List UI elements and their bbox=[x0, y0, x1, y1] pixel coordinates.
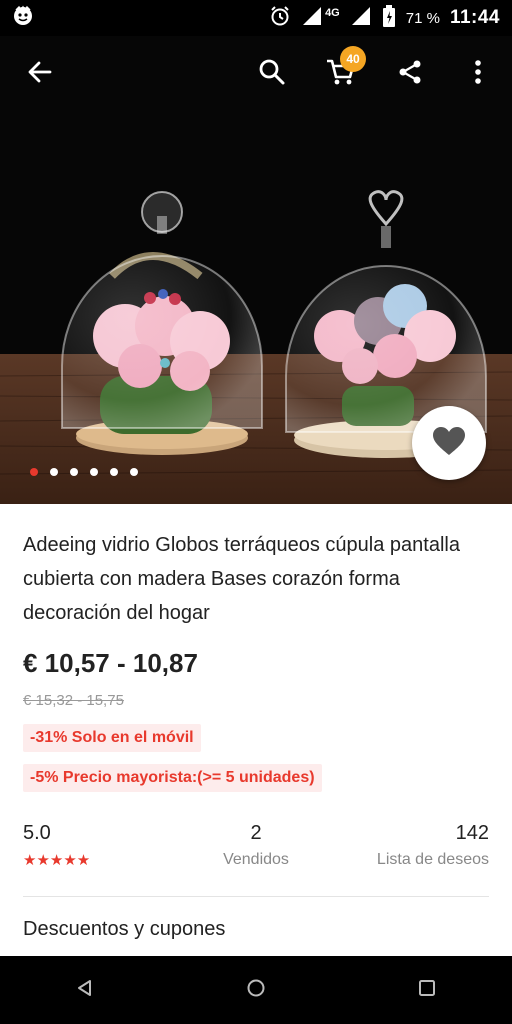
gallery-dot[interactable] bbox=[50, 468, 58, 476]
mobile-discount-tag: -31% Solo en el móvil bbox=[23, 724, 201, 752]
sold-count: 2 bbox=[250, 822, 262, 844]
search-icon bbox=[258, 58, 286, 91]
nav-home-button[interactable] bbox=[226, 960, 286, 1020]
system-nav-bar bbox=[0, 956, 512, 1024]
more-options-button[interactable] bbox=[454, 50, 502, 98]
network-type: 4G bbox=[325, 7, 340, 19]
more-vert-icon bbox=[473, 58, 483, 91]
wishlist-stat[interactable]: 142 Lista de deseos bbox=[377, 822, 489, 869]
wholesale-discount-tag: -5% Precio mayorista:(>= 5 unidades) bbox=[23, 764, 322, 792]
triangle-back-icon bbox=[75, 978, 95, 1003]
gallery-dot[interactable] bbox=[70, 468, 78, 476]
heart-icon bbox=[432, 426, 466, 461]
status-bar: 4G 71 % 11:44 bbox=[0, 0, 512, 36]
product-title: Adeeing vidrio Globos terráqueos cúpula … bbox=[23, 534, 460, 624]
nav-back-button[interactable] bbox=[55, 960, 115, 1020]
divider bbox=[23, 896, 489, 897]
gallery-dot[interactable] bbox=[130, 468, 138, 476]
share-icon bbox=[396, 58, 424, 91]
battery-percent: 71 % bbox=[405, 9, 440, 27]
product-image-gallery[interactable]: 40 bbox=[0, 36, 512, 504]
gallery-dot[interactable] bbox=[30, 468, 38, 476]
square-recents-icon bbox=[417, 978, 437, 1003]
battery-icon bbox=[382, 4, 396, 32]
rating-value: 5.0 bbox=[23, 822, 51, 844]
sold-stat: 2 Vendidos bbox=[220, 822, 292, 869]
wishlist-count: 142 bbox=[455, 822, 489, 844]
gallery-dot[interactable] bbox=[90, 468, 98, 476]
product-price: € 10,57 - 10,87 bbox=[23, 648, 198, 678]
back-button[interactable] bbox=[16, 50, 64, 98]
gallery-pagination bbox=[30, 468, 138, 476]
wishlist-button[interactable] bbox=[412, 406, 486, 480]
discounts-section-title[interactable]: Descuentos y cupones bbox=[23, 918, 225, 941]
top-toolbar: 40 bbox=[0, 36, 512, 112]
alarm-icon bbox=[269, 5, 291, 32]
back-arrow-icon bbox=[26, 58, 54, 91]
product-stats: 5.0 ★★★★★ 2 Vendidos 142 Lista de deseos bbox=[0, 822, 512, 882]
circle-home-icon bbox=[246, 978, 266, 1003]
signal-icon-2 bbox=[350, 6, 372, 31]
wishlist-label: Lista de deseos bbox=[376, 851, 489, 868]
gallery-dot[interactable] bbox=[110, 468, 118, 476]
nav-recents-button[interactable] bbox=[397, 960, 457, 1020]
app-logo-icon bbox=[12, 5, 34, 32]
signal-icon bbox=[301, 6, 323, 31]
cart-button[interactable]: 40 bbox=[316, 46, 366, 98]
cart-count-badge: 40 bbox=[340, 46, 366, 72]
rating-stars: ★★★★★ bbox=[23, 852, 91, 869]
rating-stat[interactable]: 5.0 ★★★★★ bbox=[23, 822, 90, 869]
search-button[interactable] bbox=[248, 50, 296, 98]
original-price: € 15,32 - 15,75 bbox=[23, 692, 124, 709]
clock-time: 11:44 bbox=[449, 7, 500, 28]
sold-label: Vendidos bbox=[223, 851, 289, 868]
share-button[interactable] bbox=[386, 50, 434, 98]
